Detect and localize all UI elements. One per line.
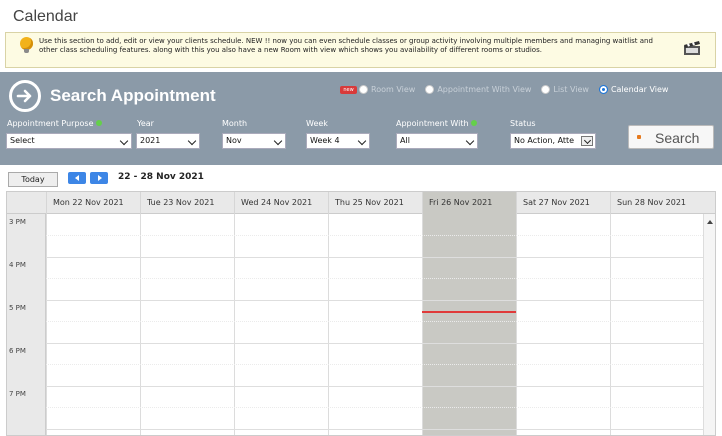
hour-line — [46, 257, 703, 258]
search-appointment-panel: Search Appointment new Room View Appoint… — [0, 72, 722, 165]
half-hour-line — [46, 407, 703, 408]
chevron-down-icon — [187, 136, 197, 146]
chevron-down-icon — [119, 136, 129, 146]
calendar-header: Mon 22 Nov 2021 Tue 23 Nov 2021 Wed 24 Nov… — [7, 192, 715, 214]
list-view-option[interactable]: List View — [541, 85, 589, 94]
hour-line — [46, 343, 703, 344]
day-header[interactable]: Fri 26 Nov 2021 — [422, 192, 516, 214]
day-column[interactable] — [46, 214, 140, 435]
day-column[interactable] — [328, 214, 422, 435]
appointment-with-view-radio[interactable] — [425, 85, 435, 94]
required-dot-icon — [95, 120, 102, 126]
calendar-toolbar: Today 22 - 28 Nov 2021 — [0, 168, 722, 192]
day-column[interactable] — [140, 214, 234, 435]
list-view-label: List View — [553, 85, 589, 94]
chevron-down-icon — [581, 136, 593, 146]
chevron-down-icon — [357, 136, 367, 146]
day-header[interactable]: Wed 24 Nov 2021 — [234, 192, 328, 214]
room-view-label: Room View — [371, 85, 416, 94]
hour-label: 3 PM — [9, 218, 26, 226]
info-box: Use this section to add, edit or view yo… — [5, 32, 716, 68]
hour-line — [46, 429, 703, 430]
week-label: Week — [306, 119, 328, 128]
year-label: Year — [137, 119, 154, 128]
day-header[interactable]: Sat 27 Nov 2021 — [516, 192, 610, 214]
scroll-up-icon[interactable] — [707, 220, 713, 224]
next-week-button[interactable] — [90, 172, 108, 184]
page-title: Calendar — [13, 8, 78, 25]
info-text: Use this section to add, edit or view yo… — [39, 37, 653, 54]
half-hour-line — [46, 321, 703, 322]
week-select[interactable]: Week 4 — [306, 133, 370, 149]
bullet-icon — [637, 135, 641, 139]
day-header[interactable]: Sun 28 Nov 2021 — [610, 192, 704, 214]
half-hour-line — [46, 278, 703, 279]
week-calendar: Mon 22 Nov 2021 Tue 23 Nov 2021 Wed 24 Nov… — [6, 191, 716, 436]
view-options: new Room View Appointment With View List… — [340, 85, 678, 94]
calendar-view-option[interactable]: Calendar View — [598, 85, 669, 94]
hour-line — [46, 386, 703, 387]
chevron-down-icon — [465, 136, 475, 146]
half-hour-line — [46, 364, 703, 365]
month-label: Month — [222, 119, 248, 128]
day-column[interactable] — [422, 214, 516, 435]
appointment-with-label: Appointment With — [396, 119, 477, 128]
purpose-select[interactable]: Select — [6, 133, 132, 149]
hour-label: 5 PM — [9, 304, 26, 312]
current-time-indicator — [422, 311, 516, 313]
lightbulb-icon — [20, 37, 33, 53]
hour-label: 4 PM — [9, 261, 26, 269]
day-header[interactable]: Thu 25 Nov 2021 — [328, 192, 422, 214]
clapperboard-icon[interactable] — [683, 40, 701, 56]
new-badge: new — [340, 85, 357, 94]
appointment-with-view-label: Appointment With View — [437, 85, 532, 94]
scrollbar[interactable] — [703, 214, 715, 435]
status-label: Status — [510, 119, 536, 128]
calendar-view-label: Calendar View — [610, 85, 669, 94]
list-view-radio[interactable] — [541, 85, 551, 94]
search-button[interactable]: Search — [628, 125, 714, 149]
month-select[interactable]: Nov — [222, 133, 286, 149]
previous-week-button[interactable] — [68, 172, 86, 184]
half-hour-line — [46, 235, 703, 236]
day-column[interactable] — [610, 214, 704, 435]
day-header[interactable]: Tue 23 Nov 2021 — [140, 192, 234, 214]
appointment-with-select[interactable]: All — [396, 133, 478, 149]
time-gutter: 3 PM 4 PM 5 PM 6 PM 7 PM — [7, 214, 46, 435]
date-range: 22 - 28 Nov 2021 — [118, 172, 204, 182]
arrow-right-circle-icon — [9, 80, 41, 112]
day-column[interactable] — [516, 214, 610, 435]
room-view-option[interactable]: Room View — [359, 85, 415, 94]
required-dot-icon — [470, 120, 477, 126]
hour-label: 7 PM — [9, 390, 26, 398]
year-select[interactable]: 2021 — [136, 133, 200, 149]
day-header[interactable]: Mon 22 Nov 2021 — [46, 192, 140, 214]
calendar-view-radio[interactable] — [598, 85, 608, 94]
chevron-down-icon — [273, 136, 283, 146]
room-view-radio[interactable] — [359, 85, 368, 94]
status-select[interactable]: No Action, Atte — [510, 133, 596, 149]
today-button[interactable]: Today — [8, 172, 58, 187]
day-column[interactable] — [234, 214, 328, 435]
hour-line — [46, 300, 703, 301]
appointment-with-view-option[interactable]: Appointment With View — [425, 85, 531, 94]
hour-label: 6 PM — [9, 347, 26, 355]
search-appointment-title: Search Appointment — [50, 86, 216, 105]
purpose-label: Appointment Purpose — [7, 119, 102, 128]
